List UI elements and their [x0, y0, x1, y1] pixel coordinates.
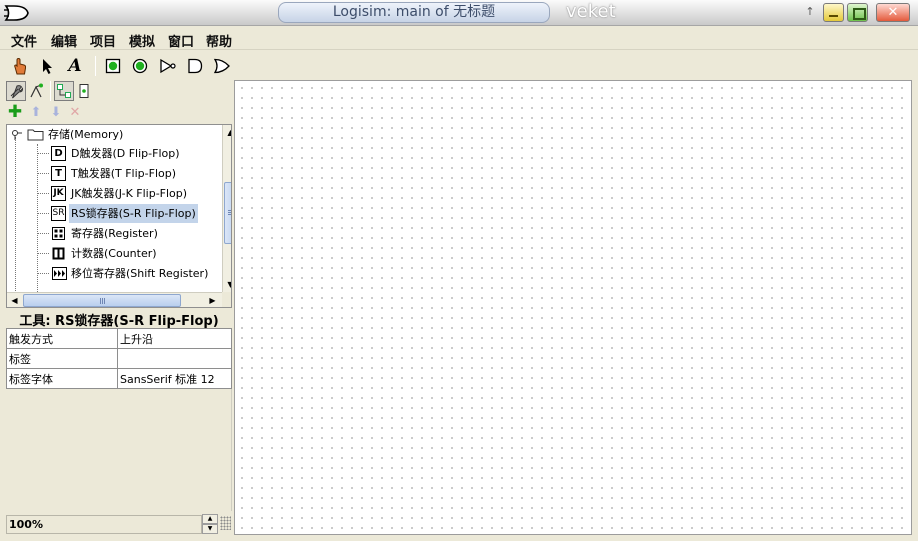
logisim-app-icon — [4, 5, 29, 21]
input-pin-icon — [105, 58, 121, 74]
menu-bar: 文件 编辑 项目 模拟 窗口 帮助 — [0, 27, 918, 50]
move-down-button[interactable]: ⬇ — [47, 103, 65, 121]
shift-register-icon — [52, 267, 67, 280]
menu-project[interactable]: 项目 — [90, 31, 116, 50]
delete-circuit-button[interactable]: ✕ — [66, 103, 84, 121]
not-gate-icon — [160, 58, 176, 74]
scroll-thumb-horizontal[interactable] — [23, 294, 181, 307]
scroll-corner — [222, 292, 231, 307]
toolbar-separator — [95, 56, 96, 76]
attribute-value-label[interactable] — [117, 348, 232, 369]
menu-window[interactable]: 窗口 — [168, 31, 194, 50]
attribute-table: 触发方式 上升沿 标签 标签字体 SansSerif 标准 12 — [6, 328, 232, 389]
counter-icon — [52, 247, 65, 260]
table-row: 标签字体 SansSerif 标准 12 — [6, 368, 232, 389]
toolbar-separator — [50, 81, 51, 101]
d-flipflop-icon: D — [51, 146, 66, 161]
scroll-right-arrow-icon[interactable]: ▶ — [205, 293, 220, 307]
input-pin-button[interactable] — [103, 56, 123, 76]
sr-flipflop-icon: SR — [51, 206, 66, 221]
menu-help[interactable]: 帮助 — [206, 31, 232, 50]
or-gate-button[interactable] — [212, 56, 232, 76]
zoom-level[interactable]: 100% — [6, 515, 202, 534]
tree-horizontal-scrollbar[interactable]: ◀ ▶ — [7, 292, 223, 307]
scroll-thumb-vertical[interactable] — [224, 182, 231, 244]
wrench-icon — [10, 85, 24, 99]
attribute-key: 触发方式 — [6, 328, 118, 349]
register-icon — [52, 227, 65, 240]
scroll-left-arrow-icon[interactable]: ◀ — [7, 293, 22, 307]
tree-branch-line — [37, 153, 49, 154]
minimize-button[interactable] — [823, 3, 844, 22]
tree-branch-line — [37, 193, 49, 194]
table-row: 标签 — [6, 348, 232, 369]
and-gate-button[interactable] — [185, 56, 205, 76]
or-gate-icon — [213, 58, 230, 74]
zoom-down-icon[interactable]: ▼ — [202, 524, 218, 534]
text-tool-button[interactable]: A — [65, 56, 85, 76]
not-gate-button[interactable] — [158, 56, 178, 76]
appearance-view-button[interactable] — [74, 81, 94, 101]
output-pin-icon — [132, 58, 148, 74]
thumb-grip — [100, 298, 101, 304]
thumb-grip — [228, 210, 231, 211]
jk-flipflop-icon: JK — [51, 186, 66, 201]
simulation-view-button[interactable] — [27, 81, 47, 101]
menu-simulate[interactable]: 模拟 — [129, 31, 155, 50]
layout-chip-icon — [57, 84, 71, 98]
title-bar[interactable]: Logisim: main of 无标题 veket ↑ ✕ — [0, 0, 918, 26]
toolbox-view-button[interactable] — [6, 81, 26, 101]
folder-icon — [27, 129, 44, 141]
move-up-button[interactable]: ⬆ — [27, 103, 45, 121]
text-a-icon: A — [68, 56, 82, 76]
output-pin-button[interactable] — [130, 56, 150, 76]
menu-file[interactable]: 文件 — [11, 31, 37, 50]
table-row: 触发方式 上升沿 — [6, 328, 232, 349]
tree-branch-line — [37, 273, 49, 274]
arrow-down-icon: ⬇ — [50, 104, 62, 120]
tree-vertical-scrollbar[interactable]: ▲ ▼ — [222, 125, 231, 293]
menu-edit[interactable]: 编辑 — [51, 31, 77, 50]
circuit-canvas[interactable] — [234, 80, 912, 535]
zoom-spinner[interactable]: ▲ ▼ — [202, 514, 218, 535]
hand-icon — [14, 57, 27, 75]
close-button[interactable]: ✕ — [876, 3, 910, 22]
tree-branch-line — [37, 213, 49, 214]
component-tree[interactable]: 存储(Memory) D D触发器(D Flip-Flop) T T触发器(T … — [6, 124, 232, 308]
grid-toggle-icon[interactable] — [220, 516, 231, 530]
pin-arrow-icon[interactable]: ↑ — [804, 5, 816, 19]
attribute-key: 标签字体 — [6, 368, 118, 389]
poke-tool-button[interactable] — [10, 56, 30, 76]
t-flipflop-icon: T — [51, 166, 66, 181]
window-title: Logisim: main of 无标题 — [278, 2, 550, 23]
tree-branch-line — [37, 253, 49, 254]
appearance-icon — [79, 84, 89, 98]
plus-icon: ✚ — [7, 102, 23, 122]
circuit-tree-icon — [30, 83, 43, 98]
attribute-key: 标签 — [6, 348, 118, 369]
tree-guide-line — [37, 144, 38, 294]
arrow-cursor-icon — [43, 59, 52, 74]
arrow-up-icon: ⬆ — [30, 104, 42, 120]
tree-branch-line — [37, 173, 49, 174]
zoom-up-icon[interactable]: ▲ — [202, 514, 218, 524]
scroll-up-arrow-icon[interactable]: ▲ — [223, 125, 231, 140]
properties-empty-area — [6, 389, 232, 511]
attribute-value-trigger[interactable]: 上升沿 — [117, 328, 232, 349]
scroll-down-arrow-icon[interactable]: ▼ — [223, 277, 231, 292]
tool-properties-title: 工具: RS锁存器(S-R Flip-Flop) — [19, 314, 219, 329]
desktop-brand-label: veket — [566, 1, 616, 22]
layout-view-button[interactable] — [54, 81, 74, 101]
tree-expander-icon[interactable] — [10, 128, 22, 140]
attribute-value-label-font[interactable]: SansSerif 标准 12 — [117, 368, 232, 389]
add-circuit-button[interactable]: ✚ — [6, 103, 24, 121]
delete-x-icon: ✕ — [69, 104, 81, 120]
tree-branch-line — [37, 233, 49, 234]
maximize-button[interactable] — [847, 3, 868, 22]
and-gate-icon — [188, 58, 203, 74]
select-tool-button[interactable] — [37, 56, 57, 76]
close-icon: ✕ — [887, 5, 899, 20]
tree-guide-line — [15, 137, 16, 297]
